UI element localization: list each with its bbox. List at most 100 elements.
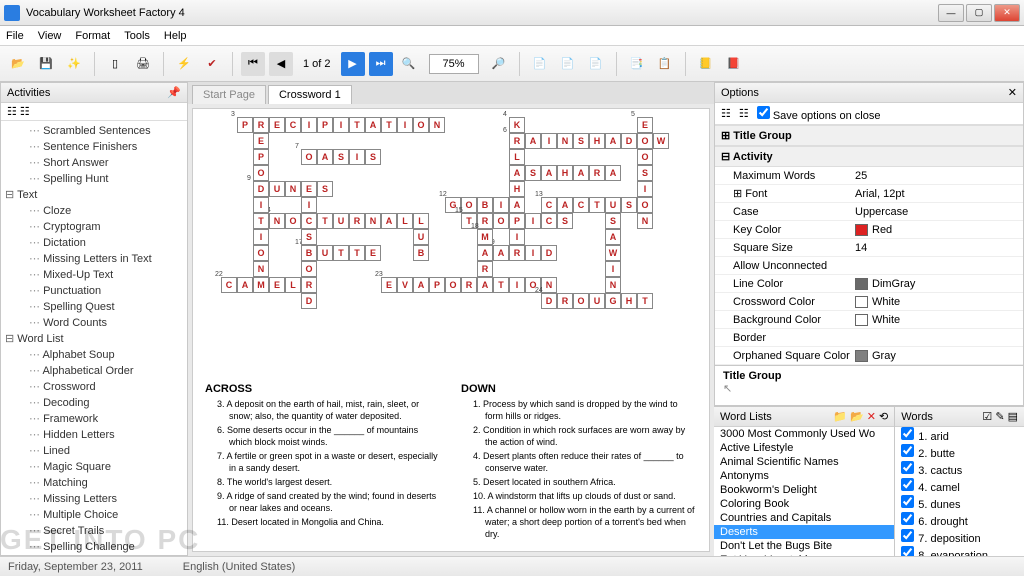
prev-page-icon[interactable]: ◀ [269,52,293,76]
wordlist-item[interactable]: Don't Let the Bugs Bite [714,539,894,553]
last-page-icon[interactable]: ⏭ [369,52,393,76]
tool2-icon[interactable]: 📋 [653,52,677,76]
next-page-icon[interactable]: ▶ [341,52,365,76]
save-options-checkbox[interactable]: Save options on close [757,106,881,122]
check-icon[interactable]: ✔ [200,52,224,76]
minimize-button[interactable]: — [938,4,964,22]
print-icon[interactable]: 🖨 [131,52,155,76]
tool1-icon[interactable]: 📑 [625,52,649,76]
document-viewport[interactable]: PRECIPITATION3RAINSHADOW6OASIS7SAHARA8DU… [192,108,710,552]
open-icon[interactable]: 📂 [6,52,30,76]
word-item[interactable]: 1. arid [895,427,1024,444]
tree-item[interactable]: Spelling Hunt [5,171,183,187]
options-close-icon[interactable]: ✕ [1008,86,1017,99]
wordlist-item[interactable]: Deserts [714,525,894,539]
menu-file[interactable]: File [6,30,24,42]
tree-item[interactable]: Missing Letters [5,491,183,507]
tree-item[interactable]: Missing Letters in Text [5,251,183,267]
tree-group[interactable]: Text [5,187,183,203]
tree-item[interactable]: Multiple Choice [5,507,183,523]
opt-section-title-group[interactable]: ⊞ Title Group [715,125,1023,146]
tree-item[interactable]: Magic Square [5,459,183,475]
option-row[interactable]: Maximum Words25 [715,167,1023,185]
wordlist-item[interactable]: 3000 Most Commonly Used Wo [714,427,894,441]
tree-item[interactable]: Decoding [5,395,183,411]
panel-pin-icon[interactable]: 📌 [167,86,181,99]
tree-item[interactable]: Framework [5,411,183,427]
menu-format[interactable]: Format [75,30,110,42]
words-list[interactable]: 1. arid2. butte3. cactus4. camel5. dunes… [895,427,1024,556]
save-icon[interactable]: 💾 [34,52,58,76]
wordlist-item[interactable]: Countries and Capitals [714,511,894,525]
tree-item[interactable]: Spelling Challenge [5,539,183,555]
doc2-icon[interactable]: 📄 [556,52,580,76]
menu-help[interactable]: Help [164,30,187,42]
w-filter-icon[interactable]: ▤ [1008,411,1018,423]
tool4-icon[interactable]: 📕 [722,52,746,76]
wordlist-item[interactable]: Active Lifestyle [714,441,894,455]
tree-item[interactable]: Spelling Quest [5,299,183,315]
tree-item[interactable]: Hidden Letters [5,427,183,443]
wordlist-item[interactable]: Antonyms [714,469,894,483]
first-page-icon[interactable]: ⏮ [241,52,265,76]
option-row[interactable]: Key ColorRed [715,221,1023,239]
wordlists-list[interactable]: 3000 Most Commonly Used WoActive Lifesty… [714,427,894,556]
tree-item[interactable]: Cryptogram [5,219,183,235]
option-row[interactable]: Line ColorDimGray [715,275,1023,293]
w-check-icon[interactable]: ☑ [982,411,992,423]
wl-new-icon[interactable]: 📁 [833,411,847,423]
tree-item[interactable]: Matching [5,475,183,491]
wordlist-item[interactable]: Bookworm's Delight [714,483,894,497]
page-icon[interactable]: ▯ [103,52,127,76]
tree-item[interactable]: Punctuation [5,283,183,299]
option-row[interactable]: Allow Unconnected [715,257,1023,275]
tree-item[interactable]: Word Counts [5,315,183,331]
tool3-icon[interactable]: 📒 [694,52,718,76]
option-row[interactable]: CaseUppercase [715,203,1023,221]
wl-delete-icon[interactable]: ✕ [867,411,876,423]
tree-item[interactable]: Scrambled Sentences [5,123,183,139]
zoom-in-icon[interactable]: 🔎 [487,52,511,76]
document-tab[interactable]: Start Page [192,85,266,104]
menu-tools[interactable]: Tools [124,30,150,42]
word-item[interactable]: 7. deposition [895,529,1024,546]
tree-item[interactable]: Lined [5,443,183,459]
maximize-button[interactable]: ▢ [966,4,992,22]
tree-item[interactable]: Alphabet Soup [5,347,183,363]
option-row[interactable]: Crossword ColorWhite [715,293,1023,311]
zoom-out-icon[interactable]: 🔍 [397,52,421,76]
tree-group[interactable]: Word List [5,331,183,347]
w-edit-icon[interactable]: ✎ [995,411,1004,423]
wordlist-item[interactable]: Eat Your Vegetables [714,553,894,556]
document-tab[interactable]: Crossword 1 [268,85,352,104]
opt-view1-icon[interactable]: ☷ [721,107,731,120]
option-row[interactable]: Background ColorWhite [715,311,1023,329]
bolt-icon[interactable]: ⚡ [172,52,196,76]
close-button[interactable]: ✕ [994,4,1020,22]
wl-refresh-icon[interactable]: ⟲ [879,411,888,423]
wand-icon[interactable]: ✨ [62,52,86,76]
word-item[interactable]: 4. camel [895,478,1024,495]
tree-item[interactable]: Dictation [5,235,183,251]
tree-item[interactable]: Crossword [5,379,183,395]
tree-item[interactable]: Cloze [5,203,183,219]
opt-section-activity[interactable]: ⊟ Activity [715,146,1023,167]
word-item[interactable]: 2. butte [895,444,1024,461]
option-row[interactable]: Border [715,329,1023,347]
wordlist-item[interactable]: Animal Scientific Names [714,455,894,469]
tree-item[interactable]: Short Answer [5,155,183,171]
tree-item[interactable]: Sentence Finishers [5,139,183,155]
option-row[interactable]: Square Size14 [715,239,1023,257]
opt-view2-icon[interactable]: ☷ [739,107,749,120]
menu-view[interactable]: View [38,30,62,42]
tree-item[interactable]: Mixed-Up Text [5,267,183,283]
word-item[interactable]: 6. drought [895,512,1024,529]
word-item[interactable]: 8. evaporation [895,546,1024,556]
activities-tree[interactable]: Scrambled SentencesSentence FinishersSho… [1,121,187,555]
wordlist-item[interactable]: Coloring Book [714,497,894,511]
word-item[interactable]: 5. dunes [895,495,1024,512]
doc1-icon[interactable]: 📄 [528,52,552,76]
tree-item[interactable]: Secret Trails [5,523,183,539]
tree-item[interactable]: Alphabetical Order [5,363,183,379]
word-item[interactable]: 3. cactus [895,461,1024,478]
